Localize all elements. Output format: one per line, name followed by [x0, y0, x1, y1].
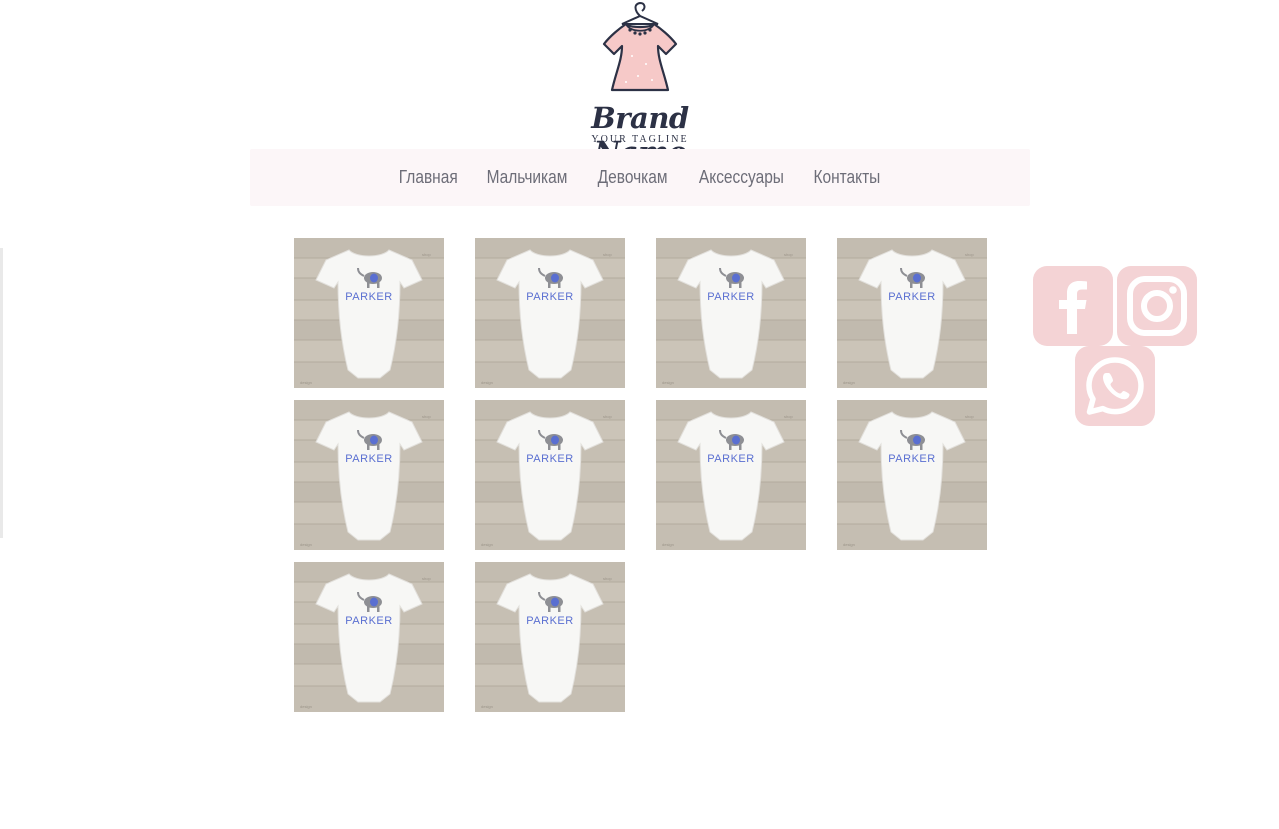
whatsapp-button[interactable]	[1075, 346, 1155, 426]
main-nav: Главная Мальчикам Девочкам Аксессуары Ко…	[250, 149, 1030, 206]
svg-text:shop: shop	[422, 576, 431, 581]
product-print-text: PARKER	[345, 453, 393, 465]
svg-text:shop: shop	[603, 414, 612, 419]
product-print-text: PARKER	[707, 291, 755, 303]
product-print-text: PARKER	[526, 615, 574, 627]
svg-text:shop: shop	[603, 576, 612, 581]
svg-text:design: design	[481, 380, 493, 385]
baby-bodysuit-image: shop design	[837, 400, 987, 550]
nav-item-contacts[interactable]: Контакты	[814, 167, 881, 188]
svg-text:shop: shop	[603, 252, 612, 257]
baby-bodysuit-image: shop design	[475, 238, 625, 388]
svg-text:shop: shop	[422, 252, 431, 257]
product-card[interactable]: shop design PARKER	[837, 400, 987, 550]
svg-text:shop: shop	[784, 414, 793, 419]
baby-bodysuit-image: shop design	[294, 562, 444, 712]
product-card[interactable]: shop design PARKER	[475, 562, 625, 712]
baby-bodysuit-image: shop design	[656, 400, 806, 550]
svg-text:design: design	[662, 542, 674, 547]
nav-item-boys[interactable]: Мальчикам	[487, 167, 568, 188]
svg-text:design: design	[300, 704, 312, 709]
svg-text:shop: shop	[784, 252, 793, 257]
facebook-icon	[1059, 281, 1087, 334]
product-card[interactable]: shop design PARKER	[475, 400, 625, 550]
product-print-text: PARKER	[526, 291, 574, 303]
left-divider	[0, 248, 3, 538]
product-print-text: PARKER	[526, 453, 574, 465]
product-card[interactable]: shop design PARKER	[475, 238, 625, 388]
nav-item-accessories[interactable]: Аксессуары	[698, 167, 783, 188]
svg-text:design: design	[481, 542, 493, 547]
brand-tagline: YOUR TAGLINE	[591, 134, 689, 145]
baby-bodysuit-image: shop design	[294, 400, 444, 550]
product-card[interactable]: shop design PARKER	[656, 238, 806, 388]
product-card[interactable]: shop design PARKER	[294, 562, 444, 712]
product-print-text: PARKER	[345, 615, 393, 627]
instagram-icon	[1127, 276, 1187, 336]
nav-item-girls[interactable]: Девочкам	[598, 167, 668, 188]
product-print-text: PARKER	[345, 291, 393, 303]
instagram-button[interactable]	[1117, 266, 1197, 346]
svg-text:design: design	[300, 542, 312, 547]
brand-logo[interactable]: Brand Name YOUR TAGLINE	[564, 0, 716, 169]
product-print-text: PARKER	[888, 291, 936, 303]
baby-bodysuit-image: shop design	[656, 238, 806, 388]
product-card[interactable]: shop design PARKER	[656, 400, 806, 550]
baby-bodysuit-image: shop design	[475, 562, 625, 712]
nav-item-home[interactable]: Главная	[399, 167, 458, 188]
product-grid: shop design PARKER shop design PARKER shop desi…	[294, 238, 994, 712]
svg-text:design: design	[843, 380, 855, 385]
svg-text:shop: shop	[965, 252, 974, 257]
dress-on-hanger-icon	[602, 1, 678, 92]
product-print-text: PARKER	[707, 453, 755, 465]
product-card[interactable]: shop design PARKER	[294, 238, 444, 388]
product-card[interactable]: shop design PARKER	[837, 238, 987, 388]
svg-text:design: design	[481, 704, 493, 709]
svg-text:shop: shop	[965, 414, 974, 419]
baby-bodysuit-image: shop design	[475, 400, 625, 550]
facebook-button[interactable]	[1033, 266, 1113, 346]
svg-text:design: design	[843, 542, 855, 547]
whatsapp-icon	[1086, 357, 1144, 415]
product-print-text: PARKER	[888, 453, 936, 465]
svg-text:design: design	[662, 380, 674, 385]
product-card[interactable]: shop design PARKER	[294, 400, 444, 550]
baby-bodysuit-image: shop design	[837, 238, 987, 388]
baby-bodysuit-image: shop design	[294, 238, 444, 388]
svg-text:design: design	[300, 380, 312, 385]
svg-text:shop: shop	[422, 414, 431, 419]
